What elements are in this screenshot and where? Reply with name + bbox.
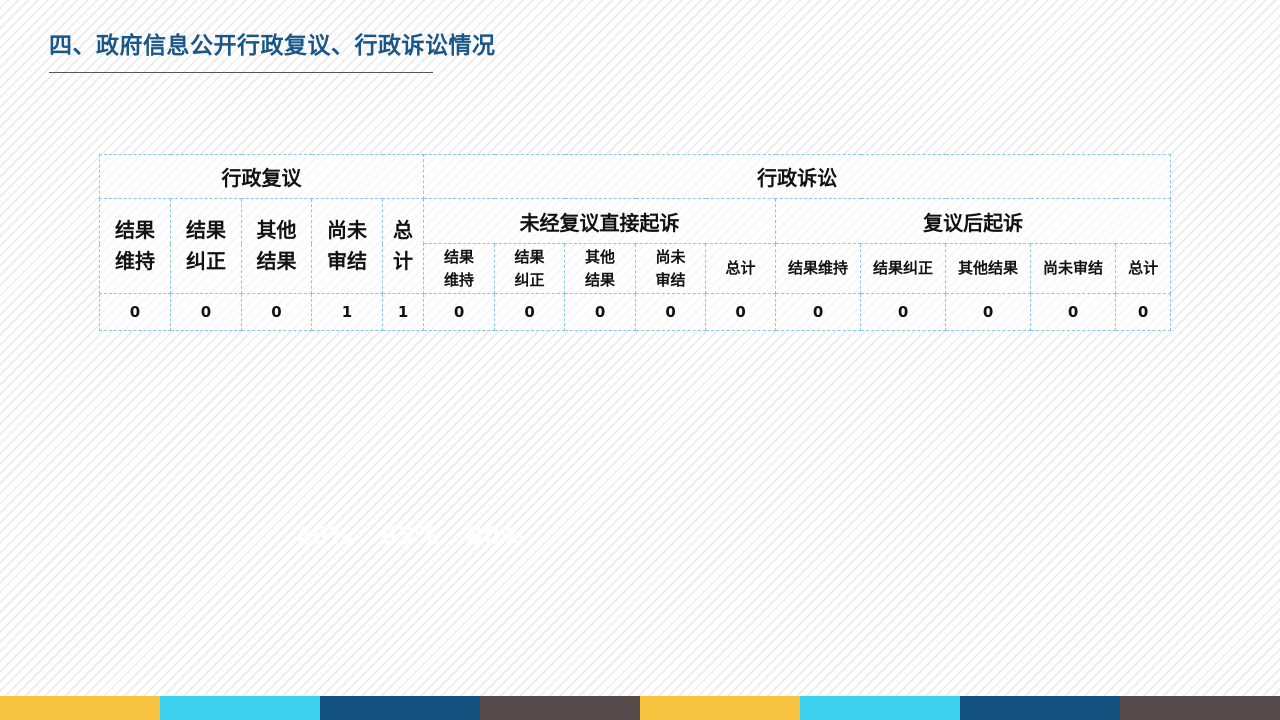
table-cell: 0 — [564, 293, 637, 331]
faint-percent-text: 40% 65% 80% — [295, 522, 525, 550]
footer-color-bar — [0, 696, 1280, 720]
litigation-group-header: 行政诉讼 — [423, 154, 1172, 199]
review-col-header: 其他 结果 — [241, 198, 312, 294]
review-group-header: 行政复议 — [98, 154, 425, 199]
table-cell: 1 — [381, 293, 425, 331]
direct-col-header: 尚未 审结 — [635, 243, 707, 294]
direct-col-header: 结果 纠正 — [494, 243, 566, 294]
after-review-col-header: 总计 — [1115, 243, 1172, 294]
page-title: 四、政府信息公开行政复议、行政诉讼情况 — [49, 33, 496, 59]
review-col-header: 结果 纠正 — [170, 198, 242, 294]
review-litigation-table: 行政复议 行政诉讼 结果 维持 结果 纠正 其他 结果 尚未 审结 总计 未经复议直接起… — [98, 154, 1172, 331]
table-cell: 0 — [945, 293, 1032, 331]
direct-suit-header: 未经复议直接起诉 — [423, 198, 777, 244]
after-review-col-header: 结果纠正 — [860, 243, 947, 294]
footer-segment — [320, 696, 480, 720]
direct-col-header: 总计 — [705, 243, 777, 294]
values-row: 0 0 0 1 1 0 0 0 0 0 0 0 0 0 0 — [99, 293, 1172, 331]
review-col-header: 结果 维持 — [99, 198, 171, 294]
table-cell: 0 — [99, 293, 171, 331]
footer-segment — [160, 696, 320, 720]
table-cell: 1 — [311, 293, 383, 331]
direct-col-header: 结果 维持 — [423, 243, 496, 294]
review-col-header: 总计 — [381, 198, 425, 294]
table-cell: 0 — [705, 293, 777, 331]
direct-col-header: 其他 结果 — [564, 243, 637, 294]
review-col-header: 尚未 审结 — [311, 198, 383, 294]
table-cell: 0 — [1030, 293, 1117, 331]
footer-segment — [480, 696, 640, 720]
table-cell: 0 — [635, 293, 707, 331]
footer-segment — [960, 696, 1120, 720]
table-cell: 0 — [423, 293, 496, 331]
after-review-suit-header: 复议后起诉 — [775, 198, 1172, 244]
table-cell: 0 — [170, 293, 242, 331]
title-underline — [49, 72, 433, 73]
after-review-col-header: 结果维持 — [775, 243, 862, 294]
footer-segment — [1120, 696, 1280, 720]
after-review-col-header: 尚未审结 — [1030, 243, 1117, 294]
after-review-col-header: 其他结果 — [945, 243, 1032, 294]
footer-segment — [0, 696, 160, 720]
footer-segment — [800, 696, 960, 720]
table-cell: 0 — [241, 293, 312, 331]
table-cell: 0 — [775, 293, 862, 331]
table-cell: 0 — [860, 293, 947, 331]
table-cell: 0 — [1115, 293, 1172, 331]
footer-segment — [640, 696, 800, 720]
table-cell: 0 — [494, 293, 566, 331]
